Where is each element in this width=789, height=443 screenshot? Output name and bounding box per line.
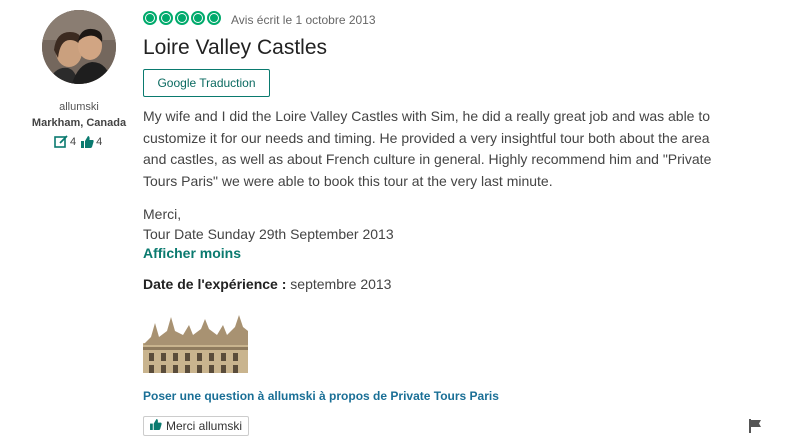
- ask-question-link[interactable]: Poser une question à allumski à propos d…: [143, 389, 499, 403]
- contribution-count: 4: [70, 135, 77, 148]
- review-photo[interactable]: [143, 313, 248, 373]
- thumbs-up-icon: [81, 135, 94, 148]
- helpful-vote-count: 4: [96, 135, 103, 148]
- flag-icon[interactable]: [748, 419, 762, 438]
- reviewer-location: Markham, Canada: [31, 117, 127, 129]
- experience-date-value: septembre 2013: [290, 276, 392, 292]
- edit-icon: [54, 135, 68, 148]
- avatar[interactable]: [42, 10, 116, 84]
- experience-date-label: Date de l'expérience :: [143, 276, 287, 292]
- thanks-label: Merci allumski: [166, 419, 243, 433]
- reviewer-username[interactable]: allumski: [0, 101, 158, 113]
- google-translate-button[interactable]: Google Traduction: [143, 69, 270, 97]
- thanks-reviewer-button[interactable]: Merci allumski: [143, 416, 250, 436]
- reviewer-stats: 4 4: [54, 135, 102, 148]
- review-body: My wife and I did the Loire Valley Castl…: [143, 108, 712, 189]
- rating-bubble-icon: [207, 11, 221, 25]
- review-tour-date: Tour Date Sunday 29th September 2013: [143, 226, 394, 242]
- experience-date: Date de l'expérience : septembre 2013: [143, 276, 391, 292]
- review-title[interactable]: Loire Valley Castles: [143, 36, 327, 60]
- rating-bubble-icon: [143, 11, 157, 25]
- rating-bubble-icon: [175, 11, 189, 25]
- review-signoff: Merci,: [143, 206, 182, 222]
- thumbs-up-icon: [150, 419, 162, 433]
- rating-bubble-icon: [159, 11, 173, 25]
- rating-bubbles: [143, 11, 221, 25]
- show-less-link[interactable]: Afficher moins: [143, 245, 241, 261]
- rating-bubble-icon: [191, 11, 205, 25]
- review-date: Avis écrit le 1 octobre 2013: [231, 13, 376, 27]
